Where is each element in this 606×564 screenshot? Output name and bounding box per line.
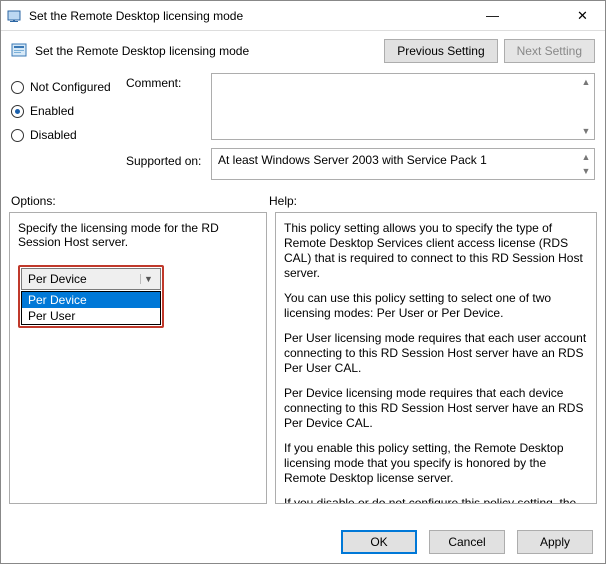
policy-icon [11,42,29,60]
radio-not-configured[interactable]: Not Configured [11,75,126,99]
radio-label: Not Configured [30,80,111,94]
dialog-footer: OK Cancel Apply [1,521,605,563]
options-label: Options: [11,194,269,208]
field-values: ▲ ▼ At least Windows Server 2003 with Se… [211,73,595,180]
help-panel: This policy setting allows you to specif… [275,212,597,504]
dropdown-list: Per Device Per User [21,291,161,325]
header-subtitle: Set the Remote Desktop licensing mode [35,44,378,58]
scroll-up-icon[interactable]: ▲ [579,150,593,164]
chevron-down-icon: ▼ [140,274,156,284]
section-headers: Options: Help: [1,180,605,212]
state-radios: Not Configured Enabled Disabled [11,73,126,180]
radio-icon [11,105,24,118]
minimize-button[interactable]: — [470,1,515,30]
cancel-button[interactable]: Cancel [429,530,505,554]
dropdown-value: Per Device [28,272,87,286]
header: Set the Remote Desktop licensing mode Pr… [1,31,605,73]
supported-on-box: At least Windows Server 2003 with Servic… [211,148,595,180]
radio-disabled[interactable]: Disabled [11,123,126,147]
options-panel: Specify the licensing mode for the RD Se… [9,212,267,504]
supported-label: Supported on: [126,154,211,168]
panels: Specify the licensing mode for the RD Se… [1,212,605,504]
titlebar: Set the Remote Desktop licensing mode — … [1,1,605,31]
supported-value: At least Windows Server 2003 with Servic… [218,153,487,167]
dropdown-item-per-user[interactable]: Per User [22,308,160,324]
ok-button[interactable]: OK [341,530,417,554]
options-description: Specify the licensing mode for the RD Se… [18,221,258,249]
licensing-mode-dropdown[interactable]: Per Device ▼ [21,268,161,290]
radio-enabled[interactable]: Enabled [11,99,126,123]
comment-textarea[interactable]: ▲ ▼ [211,73,595,140]
next-setting-button: Next Setting [504,39,595,63]
window-title: Set the Remote Desktop licensing mode [29,9,470,23]
help-paragraph: Per Device licensing mode requires that … [284,386,588,431]
help-paragraph: If you enable this policy setting, the R… [284,441,588,486]
apply-button[interactable]: Apply [517,530,593,554]
maximize-button[interactable] [515,1,560,30]
radio-label: Enabled [30,104,74,118]
config-area: Not Configured Enabled Disabled Comment:… [1,73,605,180]
help-paragraph: You can use this policy setting to selec… [284,291,588,321]
help-paragraph: This policy setting allows you to specif… [284,221,588,281]
help-label: Help: [269,194,297,208]
comment-label: Comment: [126,76,211,130]
scroll-down-icon[interactable]: ▼ [579,164,593,178]
field-labels: Comment: Supported on: [126,73,211,180]
scroll-down-icon[interactable]: ▼ [579,124,593,138]
scroll-up-icon[interactable]: ▲ [579,75,593,89]
radio-icon [11,129,24,142]
dropdown-item-per-device[interactable]: Per Device [22,292,160,308]
close-button[interactable]: ✕ [560,1,605,30]
app-icon [7,8,23,24]
radio-label: Disabled [30,128,77,142]
radio-icon [11,81,24,94]
help-paragraph: Per User licensing mode requires that ea… [284,331,588,376]
licensing-mode-highlight: Per Device ▼ Per Device Per User [18,265,164,328]
help-paragraph: If you disable or do not configure this … [284,496,588,504]
previous-setting-button[interactable]: Previous Setting [384,39,497,63]
